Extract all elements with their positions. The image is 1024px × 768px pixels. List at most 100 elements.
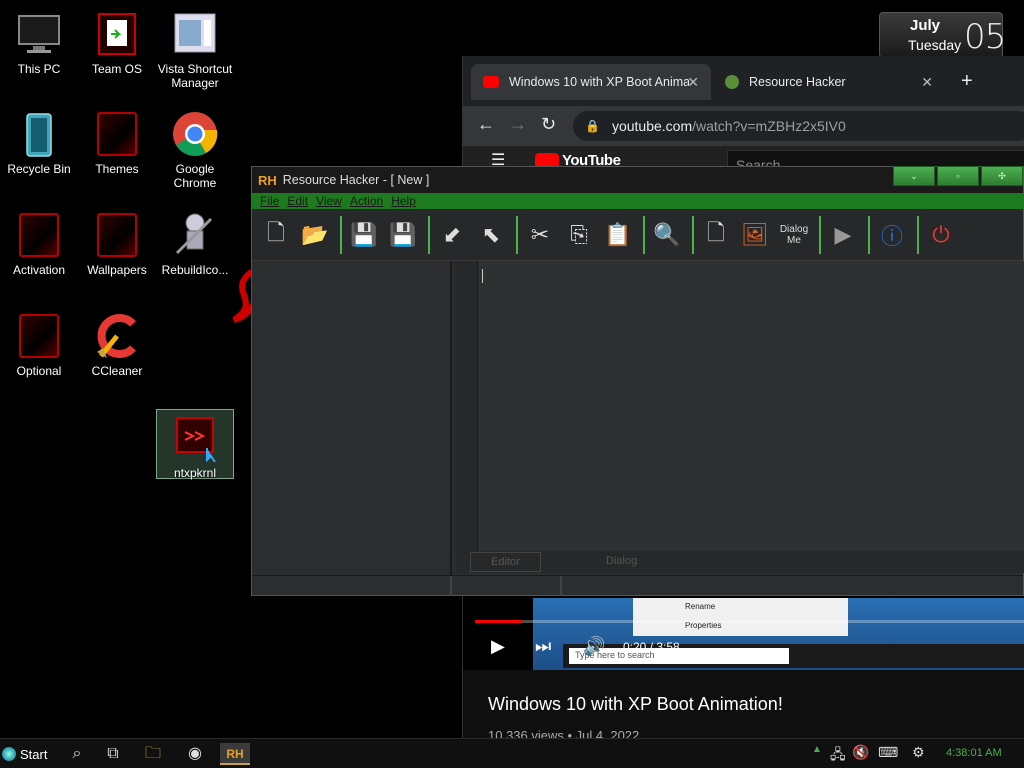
document-shortcut-icon [93,10,141,58]
file-explorer-icon[interactable]: 🗀 [138,743,168,765]
paste-icon[interactable]: 📋 [600,217,636,253]
site-favicon-icon [725,75,739,89]
keyboard-icon[interactable]: ⌨ [878,744,898,761]
back-arrow-icon[interactable]: ← [477,114,495,135]
menu-bar: File Edit View Action Help [252,193,1023,209]
toolbar-separator [428,215,430,254]
minimize-button[interactable]: ⌄ [893,166,935,186]
recycle-bin-icon [15,110,63,158]
browser-tab-strip: Windows 10 with XP Boot Anima ✕ Resource… [463,56,1024,106]
clock-weekday: Tuesday [908,37,962,53]
new-tab-button[interactable]: + [961,70,973,93]
new-file-icon[interactable]: 🗋 [258,217,294,253]
desktop-icon-vista-shortcut-manager[interactable]: Vista Shortcut Manager [156,4,234,100]
run-script-icon[interactable]: ▶ [825,217,861,253]
close-button[interactable]: ✣ [981,166,1023,186]
desktop-icon-team-os[interactable]: Team OS [78,4,156,100]
taskbar: Start ⌕ ⧉ 🗀 ◉ RH ▲ 🖧 🔇 ⌨ ⚙ 4:38:01 AM [0,738,1024,768]
toolbar-separator [692,215,694,254]
robot-tool-icon [171,211,219,259]
find-icon[interactable]: 🔍 [649,217,685,253]
menu-view[interactable]: View [316,194,342,208]
chrome-icon [171,110,219,158]
save-as-icon[interactable]: 💾 [385,217,421,253]
desktop-icon-wallpapers[interactable]: Wallpapers [78,205,156,301]
start-button[interactable]: Start [2,743,58,765]
compile-arrow-icon[interactable]: ⬋ [434,217,470,253]
url-host: youtube.com [611,118,693,134]
resource-hacker-window: RH Resource Hacker - [ New ] ⌄ ▫ ✣ File … [251,166,1024,596]
script-editor[interactable] [478,261,1024,551]
tab-editor[interactable]: Editor [470,552,541,572]
back-arrow-icon[interactable]: ⬉ [473,217,509,253]
red-folder-icon [93,110,141,158]
clock-day: 05 [964,17,1006,57]
window-title: Resource Hacker - [ New ] [282,173,430,187]
url-input[interactable]: 🔒 youtube.com/watch?v=mZBHz2x5IV0 [573,111,1024,141]
forward-arrow-icon[interactable]: → [509,114,527,135]
toolbar-separator [340,215,342,254]
open-folder-icon[interactable]: 📂 [297,217,333,253]
menu-action[interactable]: Action [350,194,383,208]
toolbar-separator [819,215,821,254]
volume-icon[interactable]: 🔊 [583,636,605,657]
taskbar-clock[interactable]: 4:38:01 AM [946,747,1002,759]
network-icon[interactable]: 🖧 [830,744,846,768]
desktop-icon-activation[interactable]: Activation [0,205,78,301]
desktop-icon-label: CCleaner [91,364,143,378]
desktop-icon-this-pc[interactable]: This PC [0,4,78,100]
app-logo: RH [258,172,277,188]
add-blank-resource-icon[interactable]: 🗋 [698,217,734,253]
tab-youtube-video[interactable]: Windows 10 with XP Boot Anima ✕ [471,64,711,100]
save-icon[interactable]: 💾 [346,217,382,253]
close-icon[interactable]: ✕ [921,74,933,91]
add-image-resource-icon[interactable]: 🖼 [737,217,773,253]
copy-icon[interactable]: ⎘ [561,217,597,253]
clock-month: July [910,17,941,34]
menu-edit[interactable]: Edit [287,194,308,208]
power-exit-icon[interactable]: ⏻ [923,217,959,253]
resource-tree-pane[interactable] [252,261,452,577]
tab-label: Windows 10 with XP Boot Anima [509,75,689,89]
desktop-icon-optional[interactable]: Optional [0,306,78,402]
info-icon[interactable]: ⓘ [874,217,910,253]
chrome-taskbar-icon[interactable]: ◉ [180,743,210,765]
status-divider [560,576,562,596]
task-view-icon[interactable]: ⧉ [98,743,128,765]
next-icon[interactable]: ⏭ [535,636,551,657]
title-bar[interactable]: RH Resource Hacker - [ New ] ⌄ ▫ ✣ [252,166,1023,193]
search-icon[interactable]: ⌕ [62,743,92,765]
toolbar: 🗋 📂 💾 💾 ⬋ ⬉ ✂ ⎘ 📋 🔍 🗋 🖼 Dialog Me ▶ ⓘ ⏻ [252,209,1023,261]
toolbar-separator [868,215,870,254]
volume-muted-icon[interactable]: 🔇 [852,744,869,761]
desktop-icon-themes[interactable]: Themes [78,104,156,200]
settings-gear-icon[interactable]: ⚙ [912,744,925,761]
window-app-icon [171,10,219,58]
menu-help[interactable]: Help [391,194,416,208]
desktop-icon-google-chrome[interactable]: Google Chrome [156,104,234,200]
menu-file[interactable]: File [260,194,279,208]
editor-tab-strip: Editor Dialog [456,551,1024,573]
desktop-icon-rebuildicon[interactable]: RebuildIco... [156,205,234,301]
video-player[interactable]: Rename Properties Type here to search ▶ … [463,596,1024,670]
maximize-button[interactable]: ▫ [937,166,979,186]
desktop-icon-label: Wallpapers [87,263,147,277]
resource-hacker-taskbar-button[interactable]: RH [220,743,250,765]
desktop-icon-ntxpkrnl[interactable]: ntxpkrnl [156,409,234,480]
dialog-merge-button[interactable]: Dialog Me [776,217,812,253]
tab-dialog[interactable]: Dialog [586,552,657,572]
url-path: /watch?v=mZBHz2x5IV0 [692,118,846,134]
video-progress-bar[interactable] [475,620,1024,623]
desktop-icon-label: Google Chrome [173,162,217,190]
play-icon[interactable]: ▶ [491,636,505,657]
tab-label: Resource Hacker [749,75,846,89]
tab-resource-hacker[interactable]: Resource Hacker ✕ [713,64,945,100]
desktop-icon-recycle-bin[interactable]: Recycle Bin [0,104,78,200]
tray-overflow-icon[interactable]: ▲ [812,744,822,755]
desktop-icon-ccleaner[interactable]: CCleaner [78,306,156,402]
toolbar-separator [516,215,518,254]
close-icon[interactable]: ✕ [687,74,699,91]
reload-icon[interactable]: ↻ [541,114,556,135]
clock-widget: July Tuesday 05 [879,12,1006,58]
cut-icon[interactable]: ✂ [522,217,558,253]
